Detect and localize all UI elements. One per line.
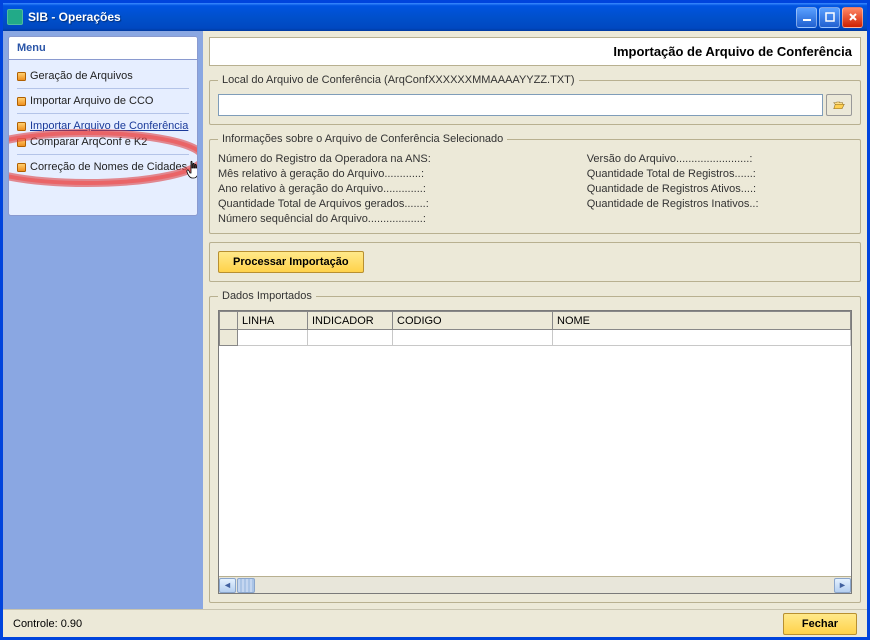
info-versao: Versão do Arquivo.......................… [587,153,759,165]
menu-item-importar-conferencia[interactable]: Importar Arquivo de Conferência [17,118,189,134]
app-window: SIB - Operações Menu [3,3,867,637]
menu-item-importar-cco[interactable]: Importar Arquivo de CCO [17,93,189,109]
process-group: Processar Importação [209,242,861,282]
scroll-left-button[interactable]: ◄ [219,578,236,593]
folder-open-icon [833,98,845,112]
menu-label: Importar Arquivo de CCO [30,95,154,107]
close-icon [848,12,858,22]
bullet-icon [17,97,26,106]
info-mes-geracao: Mês relativo à geração do Arquivo.......… [218,168,567,180]
data-table: LINHA INDICADOR CODIGO NOME [219,311,851,346]
bullet-icon [17,122,26,131]
main-panel: Importação de Arquivo de Conferência Loc… [203,31,867,609]
info-right-column: Versão do Arquivo.......................… [587,153,759,225]
statusbar: Controle: 0.90 Fechar [3,609,867,637]
close-button[interactable]: Fechar [783,613,857,635]
window-title: SIB - Operações [28,10,796,24]
row-header-corner [220,312,238,330]
info-qtd-inativos: Quantidade de Registros Inativos..: [587,198,759,210]
bullet-icon [17,138,26,147]
column-codigo[interactable]: CODIGO [393,312,553,330]
column-indicador[interactable]: INDICADOR [308,312,393,330]
horizontal-scrollbar[interactable]: ◄ ► [219,576,851,593]
menu-label: Comparar ArqConf e K2 [30,136,147,148]
menu-separator [17,113,189,114]
titlebar: SIB - Operações [3,3,867,31]
bullet-icon [17,72,26,81]
bullet-icon [17,163,26,172]
menu-label: Geração de Arquivos [30,70,133,82]
minimize-icon [802,12,812,22]
app-icon [7,9,23,25]
menu-body: Geração de Arquivos Importar Arquivo de … [9,60,197,215]
table-row[interactable] [220,330,851,346]
scroll-thumb[interactable] [237,578,255,593]
file-info-label: Informações sobre o Arquivo de Conferênc… [218,133,507,145]
maximize-button[interactable] [819,7,840,28]
info-num-sequencial: Número sequêncial do Arquivo............… [218,213,567,225]
minimize-button[interactable] [796,7,817,28]
menu-label: Correção de Nomes de Cidades [30,161,187,173]
status-text: Controle: 0.90 [13,618,773,630]
window-close-button[interactable] [842,7,863,28]
imported-data-label: Dados Importados [218,290,316,302]
info-registro-operadora: Número do Registro da Operadora na ANS: [218,153,567,165]
file-info-group: Informações sobre o Arquivo de Conferênc… [209,133,861,234]
file-path-input[interactable] [218,94,823,116]
window-controls [796,7,863,28]
sidebar: Menu Geração de Arquivos Importar Arquiv… [3,31,203,609]
column-linha[interactable]: LINHA [238,312,308,330]
info-qtd-arquivos: Quantidade Total de Arquivos gerados....… [218,198,567,210]
imported-data-group: Dados Importados LINHA INDICADOR CODIGO … [209,290,861,603]
menu-item-geracao-arquivos[interactable]: Geração de Arquivos [17,68,189,84]
body: Menu Geração de Arquivos Importar Arquiv… [3,31,867,609]
maximize-icon [825,12,835,22]
data-table-container: LINHA INDICADOR CODIGO NOME [218,310,852,594]
table-empty-area [219,346,851,576]
info-ano-geracao: Ano relativo à geração do Arquivo.......… [218,183,567,195]
column-nome[interactable]: NOME [553,312,851,330]
file-location-group: Local do Arquivo de Conferência (ArqConf… [209,74,861,125]
menu-separator [17,88,189,89]
info-qtd-ativos: Quantidade de Registros Ativos....: [587,183,759,195]
page-title: Importação de Arquivo de Conferência [209,37,861,66]
browse-button[interactable] [826,94,852,116]
menu-item-comparar-arqconf-k2[interactable]: Comparar ArqConf e K2 [17,134,189,150]
menu-label: Importar Arquivo de Conferência [30,120,188,132]
menu-panel: Menu Geração de Arquivos Importar Arquiv… [8,36,198,216]
scroll-right-button[interactable]: ► [834,578,851,593]
menu-item-correcao-cidades[interactable]: Correção de Nomes de Cidades [17,159,189,175]
menu-separator [17,154,189,155]
info-qtd-total-registros: Quantidade Total de Registros......: [587,168,759,180]
menu-header: Menu [9,37,197,60]
file-row [218,94,852,116]
info-left-column: Número do Registro da Operadora na ANS: … [218,153,567,225]
file-location-label: Local do Arquivo de Conferência (ArqConf… [218,74,579,86]
process-import-button[interactable]: Processar Importação [218,251,364,273]
